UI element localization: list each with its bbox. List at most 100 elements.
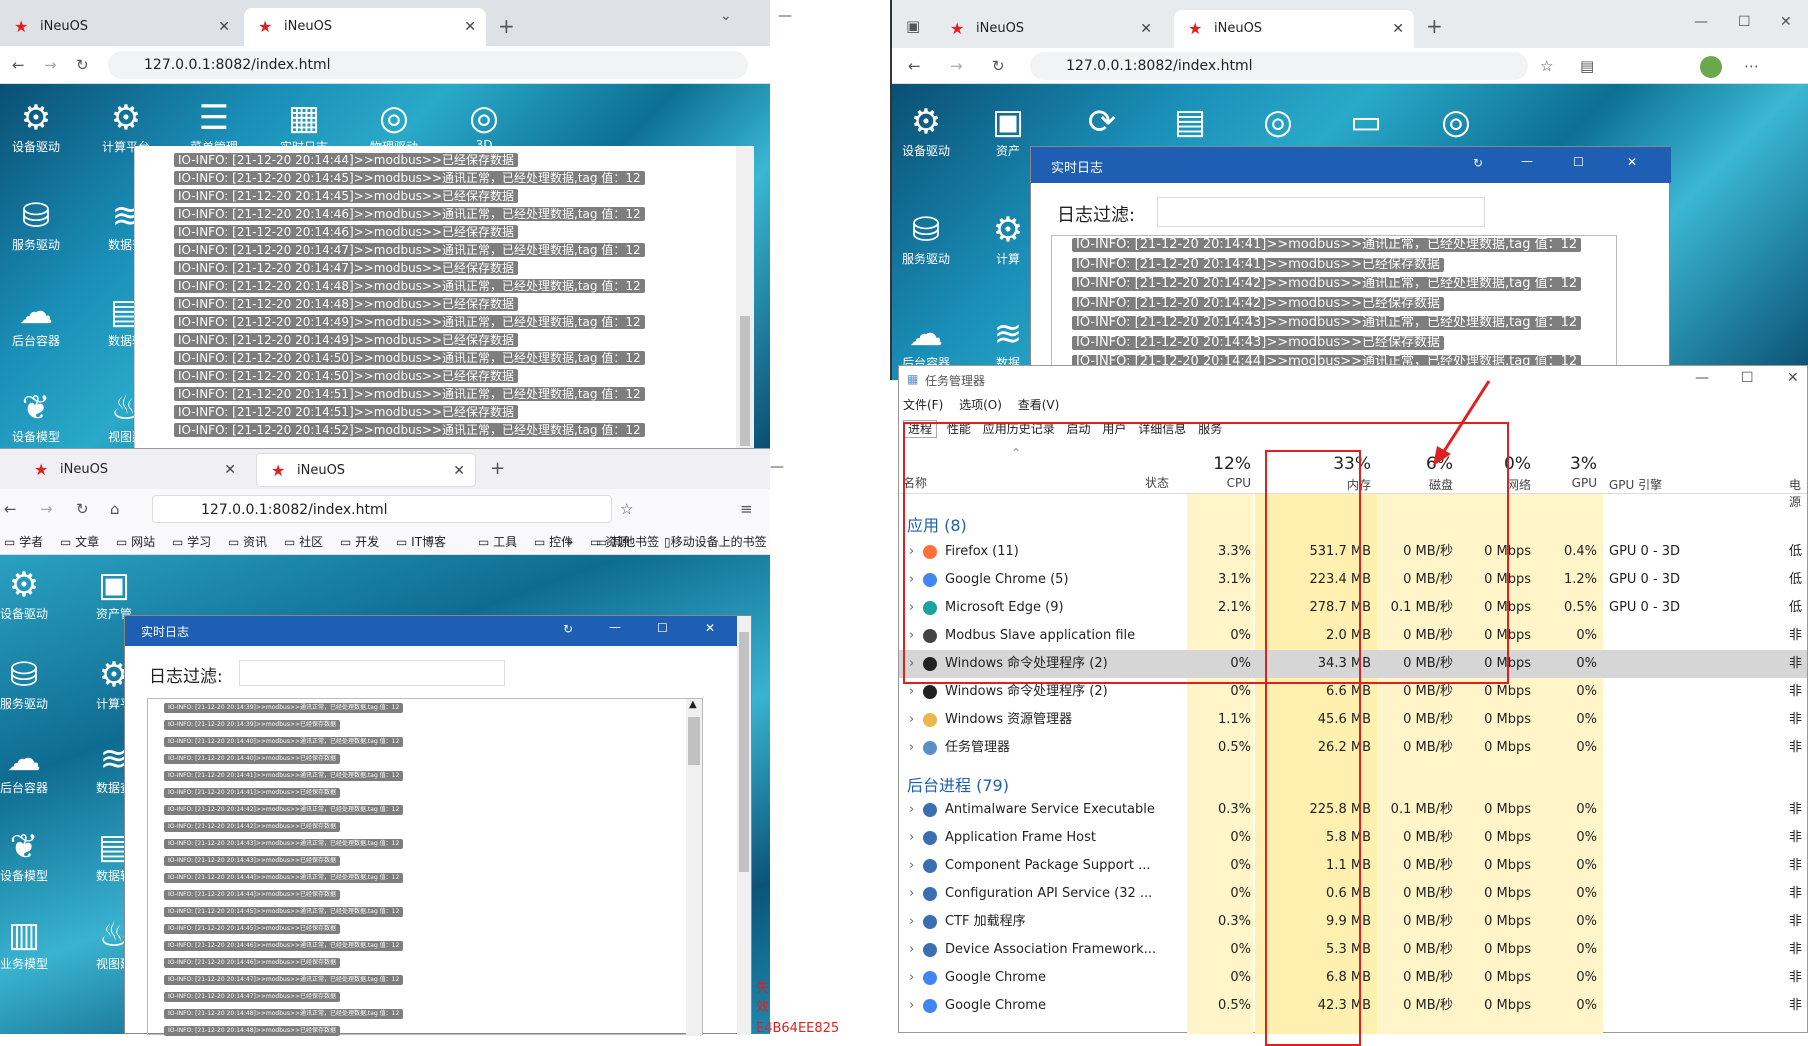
scrollbar[interactable] [736,146,754,448]
expand-chevron-icon[interactable]: › [909,796,914,824]
new-tab-icon[interactable]: + [498,16,515,36]
icon-3d[interactable]: ◎ 3D [450,98,518,152]
maximize-icon[interactable]: ☐ [1741,370,1754,386]
icon-container[interactable]: ☁ 后台容器 [2,292,70,349]
col-gpu-engine[interactable]: GPU 引擎 [1609,476,1729,493]
icon-device-model[interactable]: ❦ 设备模型 [2,388,70,445]
tab-ineuos-1[interactable]: ★ iNeuOS ✕ [20,453,246,487]
forward-icon[interactable]: → [950,56,963,76]
menu-view[interactable]: 查看(V) [1018,398,1060,412]
filter-input[interactable] [1157,197,1485,227]
expand-chevron-icon[interactable]: › [909,852,914,880]
log-scrollbar[interactable]: ▲ [686,699,702,1036]
bookmark-item[interactable]: ▭ 网站 [116,529,155,555]
minimize-icon[interactable]: — [609,620,621,634]
close-icon[interactable]: ✕ [224,453,236,487]
minimize-icon[interactable]: — [1521,154,1533,168]
forward-icon[interactable]: → [40,499,53,519]
expand-chevron-icon[interactable]: › [909,880,914,908]
url-field[interactable]: 127.0.0.1:8082/index.html [152,495,612,523]
tab-ineuos-1[interactable]: ★ iNeuOS ✕ [936,10,1162,48]
maximize-icon[interactable]: ☐ [1573,155,1584,169]
back-icon[interactable]: ← [12,55,25,75]
collections-icon[interactable]: ▤ [1580,56,1594,76]
scroll-thumb[interactable] [739,632,749,872]
close-icon[interactable]: ✕ [1780,14,1792,30]
close-icon[interactable]: ✕ [705,621,715,635]
icon-device-driver[interactable]: ⚙ 设备驱动 [0,565,58,622]
minimize-icon[interactable]: — [778,8,792,24]
expand-chevron-icon[interactable]: › [909,706,914,734]
chevron-down-icon[interactable]: ⌄ [720,8,732,24]
menu-options[interactable]: 选项(O) [959,398,1002,412]
icon-device-driver[interactable]: ⚙ 设备驱动 [2,98,70,155]
new-tab-icon[interactable]: + [490,459,505,479]
close-icon[interactable]: ✕ [1392,10,1404,48]
icon-service[interactable]: ⛁ 服务驱动 [2,196,70,253]
icon-folder[interactable]: ▭ [1332,102,1400,142]
minimize-icon[interactable]: — [770,459,784,475]
url-field[interactable]: 127.0.0.1:8082/index.html [108,51,748,79]
icon-business-model[interactable]: ▥ 业务模型 [0,915,58,972]
close-icon[interactable]: ✕ [1627,155,1637,169]
menu-file[interactable]: 文件(F) [903,398,943,412]
tab-ineuos-2[interactable]: ★ iNeuOS ✕ [244,8,486,46]
bookmark-item[interactable]: ▭ 学者 [4,529,43,555]
bookmark-mobile[interactable]: ▯移动设备上的书签 [664,529,767,555]
star-outline-icon[interactable]: ☆ [620,499,633,519]
scroll-thumb[interactable] [688,717,700,765]
close-icon[interactable]: ✕ [1140,10,1152,48]
close-icon[interactable]: ✕ [464,8,476,46]
menu-icon[interactable]: ≡ [740,499,753,519]
back-icon[interactable]: ← [4,499,17,519]
more-bookmarks-icon[interactable]: » [566,529,573,555]
home-icon[interactable]: ⌂ [110,499,120,519]
bookmark-item[interactable]: ▭ 学习 [172,529,211,555]
forward-icon[interactable]: → [44,55,57,75]
icon-target-2[interactable]: ◎ [1422,102,1490,142]
dialog-scrollbar[interactable] [737,616,751,1035]
tab-ineuos-1[interactable]: ★ iNeuOS ✕ [0,8,240,46]
icon-asset[interactable]: ▣ 资产管 [80,565,148,622]
tab-actions-icon[interactable]: ▣ [906,16,920,36]
icon-container[interactable]: ☁ 后台容器 [0,739,58,796]
icon-play[interactable]: ⟳ [1068,102,1136,142]
bookmark-item[interactable]: ▭ 资讯 [228,529,267,555]
bookmark-other[interactable]: ▭ 其他书签 [596,529,659,555]
icon-device-driver[interactable]: ⚙ 设备驱动 [892,102,960,159]
bookmark-item[interactable]: ▭ 社区 [284,529,323,555]
more-icon[interactable]: ⋯ [1744,56,1759,76]
icon-container[interactable]: ☁ 后台容器 [892,314,960,371]
reload-icon[interactable]: ↻ [76,55,89,75]
icon-target[interactable]: ◎ [1244,102,1312,142]
refresh-icon[interactable]: ↻ [563,622,573,636]
avatar[interactable] [1700,56,1722,78]
close-icon[interactable]: ✕ [453,454,465,488]
minimize-icon[interactable]: — [1695,370,1709,386]
url-field[interactable]: 127.0.0.1:8082/index.html [1030,52,1528,80]
expand-chevron-icon[interactable]: › [909,992,914,1020]
favorites-icon[interactable]: ☆ [1540,56,1553,76]
maximize-icon[interactable]: ☐ [657,621,668,635]
refresh-icon[interactable]: ↻ [1473,156,1483,170]
maximize-icon[interactable]: ☐ [1738,14,1751,30]
close-icon[interactable]: ✕ [1787,370,1799,386]
new-tab-icon[interactable]: + [1426,16,1443,36]
bookmark-item[interactable]: ▭ IT博客 [396,529,446,555]
bookmark-item[interactable]: ▭ 工具 [478,529,517,555]
back-icon[interactable]: ← [908,56,921,76]
expand-chevron-icon[interactable]: › [909,734,914,762]
reload-icon[interactable]: ↻ [992,56,1005,76]
col-power[interactable]: 电源 [1789,476,1808,510]
reload-icon[interactable]: ↻ [76,499,89,519]
expand-chevron-icon[interactable]: › [909,824,914,852]
tab-ineuos-2[interactable]: ★ iNeuOS ✕ [256,453,476,487]
icon-report[interactable]: ▤ [1156,102,1224,142]
chevron-up-icon[interactable]: ▲ [689,699,697,710]
scroll-thumb[interactable] [740,316,750,446]
bookmark-item[interactable]: ▭ 开发 [340,529,379,555]
bookmark-item[interactable]: ▭ 文章 [60,529,99,555]
icon-service[interactable]: ⛁ 服务驱动 [892,210,960,267]
close-icon[interactable]: ✕ [218,8,230,46]
expand-chevron-icon[interactable]: › [909,908,914,936]
